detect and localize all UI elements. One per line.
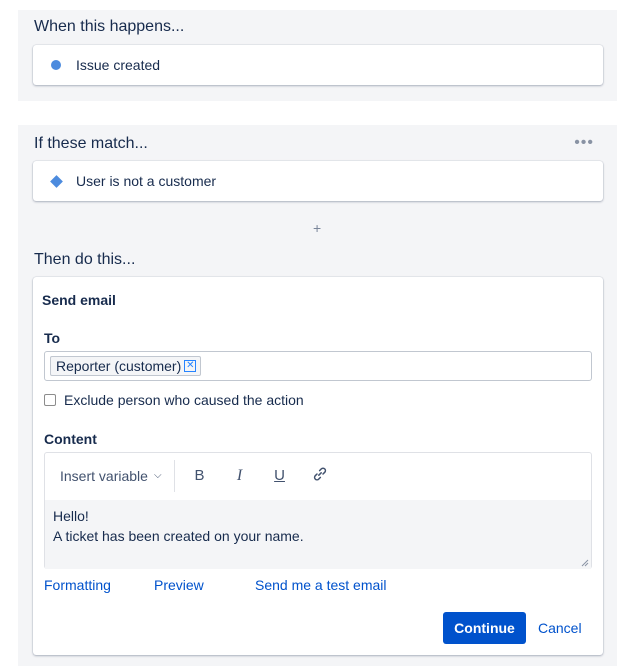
trigger-card[interactable]: Issue created	[33, 45, 603, 85]
remove-chip-icon[interactable]: ✕	[184, 360, 197, 372]
continue-button[interactable]: Continue	[443, 612, 526, 644]
condition-label: User is not a customer	[76, 173, 217, 189]
cancel-button[interactable]: Cancel	[538, 620, 582, 636]
toolbar-divider	[173, 459, 175, 492]
exclude-label: Exclude person who caused the action	[64, 392, 304, 408]
bold-button[interactable]: B	[180, 467, 220, 484]
add-component-button[interactable]: +	[313, 220, 321, 236]
exclude-checkbox[interactable]	[44, 394, 56, 406]
editor-toolbar: Insert variable ⌵ B I U	[45, 453, 591, 498]
condition-diamond-icon	[49, 174, 63, 188]
trigger-dot-icon	[51, 60, 61, 70]
to-label: To	[44, 330, 61, 346]
more-options-icon[interactable]: •••	[574, 135, 594, 151]
action-title: Send email	[42, 292, 116, 308]
send-test-email-link[interactable]: Send me a test email	[255, 577, 387, 593]
resize-handle-icon[interactable]	[581, 559, 589, 567]
email-body-textarea[interactable]: Hello! A ticket has been created on your…	[45, 500, 591, 569]
preview-link[interactable]: Preview	[154, 577, 204, 593]
email-body-line: A ticket has been created on your name.	[53, 528, 304, 544]
trigger-label: Issue created	[76, 57, 161, 73]
chevron-down-icon: ⌵	[153, 470, 162, 481]
insert-variable-label: Insert variable	[60, 467, 148, 484]
email-body-line: Hello!	[53, 508, 89, 524]
exclude-row[interactable]: Exclude person who caused the action	[44, 392, 304, 408]
trigger-heading: When this happens...	[34, 18, 185, 35]
underline-button[interactable]: U	[260, 467, 300, 484]
send-email-card: Send email To Reporter (customer) ✕ Excl…	[33, 277, 603, 655]
condition-section: If these match... ••• User is not a cust…	[18, 125, 617, 666]
condition-card[interactable]: User is not a customer	[33, 161, 603, 201]
content-label: Content	[44, 431, 97, 447]
trigger-section: When this happens... Issue created	[18, 10, 617, 101]
insert-variable-dropdown[interactable]: Insert variable ⌵	[60, 468, 162, 484]
recipient-chip[interactable]: Reporter (customer) ✕	[50, 356, 202, 376]
italic-button[interactable]: I	[220, 467, 260, 485]
formatting-link[interactable]: Formatting	[44, 577, 111, 593]
recipient-chip-label: Reporter (customer)	[56, 358, 182, 374]
content-editor: Insert variable ⌵ B I U Hello! A ticket	[44, 452, 592, 569]
action-heading: Then do this...	[34, 251, 136, 268]
link-icon[interactable]	[300, 466, 340, 486]
to-field[interactable]: Reporter (customer) ✕	[44, 351, 592, 381]
condition-heading: If these match...	[34, 135, 148, 152]
